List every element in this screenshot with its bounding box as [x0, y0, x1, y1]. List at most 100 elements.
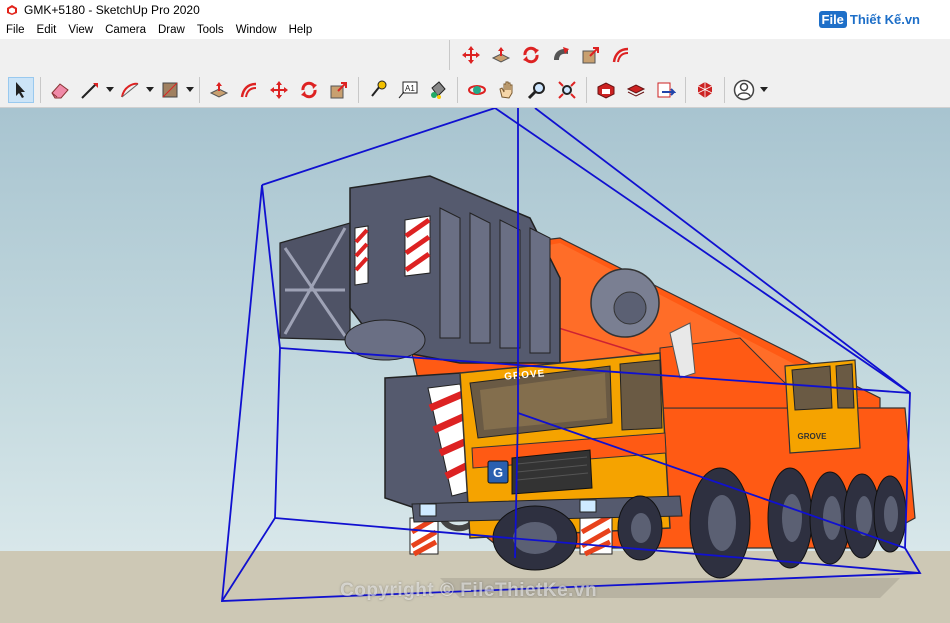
scale-tool-button-main[interactable] [326, 77, 352, 103]
user-account-button[interactable] [731, 77, 757, 103]
cab-grille [511, 449, 593, 495]
crane-cab-brand-label: GROVE [798, 432, 828, 441]
toolbar-separator [457, 76, 458, 103]
paint-bucket-icon [431, 80, 446, 99]
chevron-down-icon [146, 87, 154, 92]
crane-cab-window [791, 365, 833, 411]
line-tool-button[interactable] [77, 77, 103, 103]
brand-logo-text: Thiết Kế.vn [849, 12, 920, 27]
chevron-down-icon [186, 87, 194, 92]
select-tool-button[interactable] [8, 76, 34, 103]
menu-window[interactable]: Window [230, 21, 283, 39]
scale-tool-button[interactable] [578, 42, 604, 68]
toolbar-separator [358, 76, 359, 103]
offset-icon [240, 82, 257, 97]
move-tool-button-main[interactable] [266, 77, 292, 103]
user-account-icon [733, 79, 755, 100]
toolbar-separator [586, 76, 587, 103]
menu-help[interactable]: Help [283, 21, 319, 39]
brand-logo: File Thiết Kế.vn [818, 11, 920, 28]
chevron-down-icon [760, 87, 768, 92]
chevron-down-icon [106, 87, 114, 92]
rectangle-tool-button[interactable] [157, 77, 183, 103]
orbit-tool-button[interactable] [464, 77, 490, 103]
boom-pivot-hub [613, 291, 647, 325]
menu-draw[interactable]: Draw [152, 21, 191, 39]
toolbar-separator [40, 76, 41, 103]
menu-camera[interactable]: Camera [99, 21, 152, 39]
headlight-right [579, 499, 597, 513]
rotate-icon [523, 46, 539, 64]
tape-measure-icon [371, 80, 387, 97]
follow-me-tool-button[interactable] [548, 42, 574, 68]
menu-bar: File Edit View Camera Draw Tools Window … [0, 20, 950, 39]
push-pull-icon [209, 81, 229, 98]
headlight-left [419, 503, 437, 517]
menu-file[interactable]: File [0, 21, 31, 39]
extension-warehouse-icon [626, 83, 646, 97]
orbit-icon [468, 84, 486, 95]
layout-icon [657, 82, 676, 97]
zoom-extents-icon [558, 80, 576, 99]
sketchup-logo-icon [7, 5, 17, 15]
toolbar-separator [724, 76, 725, 103]
menu-tools[interactable]: Tools [191, 21, 230, 39]
select-icon [16, 81, 25, 98]
rotate-tool-button[interactable] [518, 42, 544, 68]
brand-logo-prefix: File [818, 11, 847, 28]
line-icon [81, 82, 98, 99]
offset-icon [612, 47, 629, 63]
move-tool-button[interactable] [458, 42, 484, 68]
line-dropdown[interactable] [105, 77, 115, 103]
paint-bucket-tool-button[interactable] [425, 77, 451, 103]
3d-warehouse-icon [597, 81, 615, 99]
edit-toolbar [449, 40, 636, 70]
scale-icon [330, 81, 347, 98]
cab-side-window [619, 359, 663, 431]
modeling-viewport[interactable]: G GROVE GROVE Copyright © FileThietKe.vn [0, 108, 950, 623]
extension-manager-button[interactable] [692, 77, 718, 103]
push-pull-tool-button[interactable] [488, 42, 514, 68]
pan-icon [499, 81, 513, 99]
cab-badge-letter: G [493, 465, 503, 480]
menu-view[interactable]: View [62, 21, 99, 39]
push-pull-icon [491, 47, 511, 63]
extension-manager-icon [697, 81, 713, 98]
follow-me-icon [554, 47, 569, 60]
push-pull-tool-button-main[interactable] [206, 77, 232, 103]
rotate-icon [301, 81, 317, 98]
title-bar: GMK+5180 - SketchUp Pro 2020 [0, 0, 950, 20]
crane-cab-side-window [835, 363, 855, 409]
zoom-extents-tool-button[interactable] [554, 77, 580, 103]
toolbar-separator [199, 76, 200, 103]
arc-dropdown[interactable] [145, 77, 155, 103]
offset-tool-button-main[interactable] [236, 77, 262, 103]
3d-warehouse-button[interactable] [593, 77, 619, 103]
move-icon [270, 80, 288, 99]
scale-icon [582, 47, 599, 64]
rectangle-icon [162, 82, 178, 97]
layout-button[interactable] [653, 77, 679, 103]
arc-icon [121, 82, 139, 97]
zoom-tool-button[interactable] [524, 77, 550, 103]
copyright-watermark: Copyright © FileThietKe.vn [340, 580, 598, 601]
eraser-tool-button[interactable] [47, 77, 73, 103]
arc-tool-button[interactable] [117, 77, 143, 103]
zoom-icon [527, 81, 545, 99]
menu-edit[interactable]: Edit [31, 21, 63, 39]
crane-model[interactable]: G GROVE GROVE [0, 108, 950, 623]
extension-warehouse-button[interactable] [623, 77, 649, 103]
shape-dropdown[interactable] [185, 77, 195, 103]
rotate-tool-button-main[interactable] [296, 77, 322, 103]
user-account-dropdown[interactable] [759, 77, 769, 103]
text-icon: A1 [398, 81, 418, 98]
svg-text:A1: A1 [405, 84, 415, 93]
eraser-icon [51, 82, 69, 98]
text-tool-button[interactable]: A1 [395, 77, 421, 103]
offset-tool-button[interactable] [608, 42, 634, 68]
window-title: GMK+5180 - SketchUp Pro 2020 [24, 3, 200, 17]
tape-measure-tool-button[interactable] [365, 77, 391, 103]
pan-tool-button[interactable] [494, 77, 520, 103]
move-icon [462, 46, 480, 64]
main-toolbar: A1 [0, 72, 950, 108]
